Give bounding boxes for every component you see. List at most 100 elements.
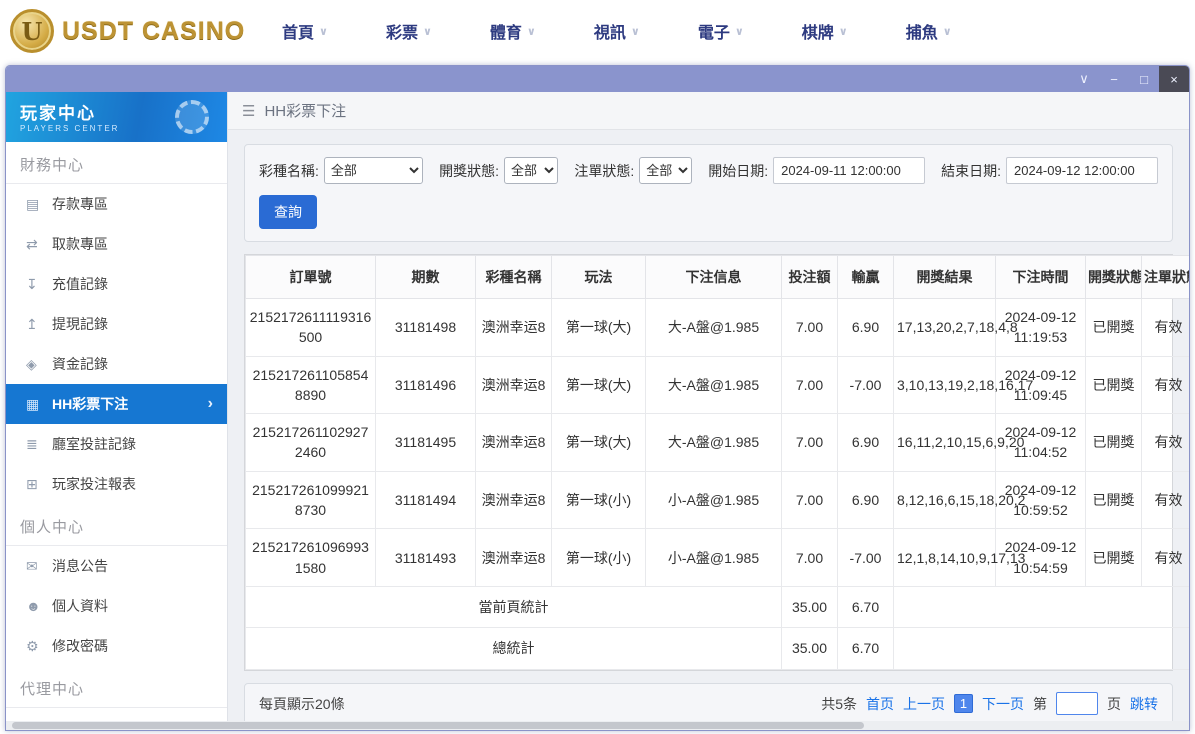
chevron-down-icon: ∨ <box>422 25 432 38</box>
sidebar-section-personal: 個人中心 <box>6 504 227 546</box>
cell-lottery: 澳洲幸运8 <box>475 298 552 357</box>
cell-play: 第一球(大) <box>551 413 646 472</box>
withdraw-icon: ⇄ <box>26 235 38 252</box>
start-date-label: 開始日期: <box>708 162 769 179</box>
sidebar-item-label: HH彩票下注 <box>52 396 129 412</box>
window-maximize-button[interactable]: □ <box>1129 66 1159 92</box>
cell-open-status: 已開獎 <box>1085 528 1142 587</box>
sidebar-item-label: 玩家投注報表 <box>52 476 136 492</box>
cell-period: 31181495 <box>375 413 476 472</box>
cell-amount: 7.00 <box>781 298 838 357</box>
cell-period: 31181496 <box>375 355 476 415</box>
prev-page-link[interactable]: 上一页 <box>903 694 945 714</box>
cell-amount: 7.00 <box>781 470 838 530</box>
sidebar-item-deposit[interactable]: ▤ 存款專區 <box>6 184 227 224</box>
nav-item-fishing[interactable]: 捕魚 ∨ <box>906 19 952 43</box>
table-row: 2152172610999218730 31181494 澳洲幸运8 第一球(小… <box>245 470 1189 530</box>
cell-period: 31181493 <box>375 528 476 587</box>
col-open-status: 開獎狀態 <box>1085 255 1142 299</box>
page-summary-win-loss: 6.70 <box>837 585 894 629</box>
poker-chip-icon <box>175 100 209 134</box>
table-header-row: 訂單號 期數 彩種名稱 玩法 下注信息 投注額 輸贏 開獎結果 下注時間 開獎狀… <box>245 255 1189 299</box>
hamburger-icon[interactable]: ☰ <box>242 102 255 120</box>
cell-amount: 7.00 <box>781 355 838 415</box>
next-page-link[interactable]: 下一页 <box>982 694 1024 714</box>
sidebar-item-withdrawal-record[interactable]: ↥ 提現記錄 <box>6 304 227 344</box>
sidebar-item-label: 存款專區 <box>52 196 108 212</box>
sidebar-item-player-report[interactable]: ⊞ 玩家投注報表 <box>6 464 227 504</box>
active-arrow-icon: › <box>207 395 213 412</box>
end-date-input[interactable] <box>1006 157 1158 184</box>
site-logo[interactable]: U USDT CASINO <box>10 9 250 53</box>
collapse-icon: ∨ <box>1079 71 1089 86</box>
window-collapse-button[interactable]: ∨ <box>1069 66 1099 92</box>
sidebar-item-withdraw[interactable]: ⇄ 取款專區 <box>6 224 227 264</box>
sidebar-item-hh-lottery-bets[interactable]: ▦ HH彩票下注 › <box>6 384 227 424</box>
page-summary-amount: 35.00 <box>781 585 838 629</box>
sidebar-item-change-password[interactable]: ⚙ 修改密碼 <box>6 626 227 666</box>
cell-bet-status: 有效 <box>1141 298 1189 357</box>
total-summary-label: 總統計 <box>245 627 782 670</box>
sidebar-item-funds-record[interactable]: ◈ 資金記錄 <box>6 344 227 384</box>
cell-open-status: 已開獎 <box>1085 298 1142 357</box>
nav-item-home[interactable]: 首頁 ∨ <box>282 19 328 43</box>
cell-lottery: 澳洲幸运8 <box>475 413 552 472</box>
nav-item-lottery[interactable]: 彩票 ∨ <box>386 19 432 43</box>
first-page-link[interactable]: 首页 <box>866 694 894 714</box>
cell-bet-status: 有效 <box>1141 355 1189 415</box>
main-content: ☰ HH彩票下注 彩種名稱: 全部 開獎狀態: 全部 注單狀態: 全部 開始日期… <box>228 92 1189 730</box>
current-page-indicator[interactable]: 1 <box>954 694 973 714</box>
sidebar-section-agent: 代理中心 <box>6 666 227 708</box>
page-jump-input[interactable] <box>1056 692 1098 716</box>
bet-status-select[interactable]: 全部 <box>639 157 693 184</box>
sidebar-section-finance: 財務中心 <box>6 142 227 184</box>
cell-period: 31181494 <box>375 470 476 530</box>
total-summary-empty <box>893 627 1189 670</box>
cell-bet-info: 大-A盤@1.985 <box>645 298 782 357</box>
col-period: 期數 <box>375 255 476 299</box>
cell-lottery: 澳洲幸运8 <box>475 528 552 587</box>
open-status-label: 開獎狀態: <box>439 162 500 179</box>
nav-label: 彩票 <box>385 25 418 42</box>
horizontal-scrollbar-thumb[interactable] <box>12 722 864 729</box>
cell-win-loss: -7.00 <box>837 355 894 415</box>
col-amount: 投注額 <box>781 255 838 299</box>
sidebar-item-announcements[interactable]: ✉ 消息公告 <box>6 546 227 586</box>
window-titlebar[interactable]: ∨ − □ × <box>6 66 1189 92</box>
nav-item-slots[interactable]: 電子 ∨ <box>698 19 744 43</box>
nav-item-sports[interactable]: 體育 ∨ <box>490 19 536 43</box>
sidebar: 玩家中心 PLAYERS CENTER 財務中心 ▤ 存款專區 ⇄ 取款專區 ↧… <box>6 92 228 730</box>
bets-table: 訂單號 期數 彩種名稱 玩法 下注信息 投注額 輸贏 開獎結果 下注時間 開獎狀… <box>244 254 1189 671</box>
horizontal-scrollbar[interactable] <box>6 721 1189 730</box>
nav-item-board-games[interactable]: 棋牌 ∨ <box>802 19 848 43</box>
nav-label: 棋牌 <box>801 25 834 42</box>
page-summary-row: 當前頁統計 35.00 6.70 <box>245 585 1189 629</box>
window-minimize-button[interactable]: − <box>1099 66 1129 92</box>
sidebar-item-profile[interactable]: ☻ 個人資料 <box>6 586 227 626</box>
funds-record-icon: ◈ <box>26 355 37 372</box>
search-button[interactable]: 查詢 <box>259 195 317 229</box>
cell-bet-info: 小-A盤@1.985 <box>645 528 782 587</box>
cell-bet-info: 大-A盤@1.985 <box>645 413 782 472</box>
cell-open-status: 已開獎 <box>1085 355 1142 415</box>
lottery-bet-icon: ▦ <box>26 395 40 412</box>
cell-win-loss: 6.90 <box>837 470 894 530</box>
lottery-name-select[interactable]: 全部 <box>323 157 424 184</box>
start-date-input[interactable] <box>773 157 926 184</box>
pagination-bar: 每頁顯示20條 共5条 首页 上一页 1 下一页 第 页 跳转 <box>244 682 1173 725</box>
sidebar-item-recharge-record[interactable]: ↧ 充值記錄 <box>6 264 227 304</box>
page-jump-label-post: 页 <box>1107 695 1121 712</box>
open-status-select[interactable]: 全部 <box>504 157 559 184</box>
cell-amount: 7.00 <box>781 528 838 587</box>
sidebar-header: 玩家中心 PLAYERS CENTER <box>6 92 227 142</box>
maximize-icon: □ <box>1140 71 1148 87</box>
col-result: 開獎結果 <box>893 255 996 299</box>
nav-label: 首頁 <box>282 25 315 42</box>
col-win-loss: 輸贏 <box>837 255 894 299</box>
table-row: 2152172611029272460 31181495 澳洲幸运8 第一球(大… <box>245 413 1189 472</box>
window-close-button[interactable]: × <box>1159 66 1189 92</box>
cell-open-status: 已開獎 <box>1085 470 1142 530</box>
nav-item-live[interactable]: 視訊 ∨ <box>594 19 640 43</box>
sidebar-item-room-bet-record[interactable]: ≣ 廳室投註記錄 <box>6 424 227 464</box>
page-jump-button[interactable]: 跳转 <box>1130 694 1158 714</box>
